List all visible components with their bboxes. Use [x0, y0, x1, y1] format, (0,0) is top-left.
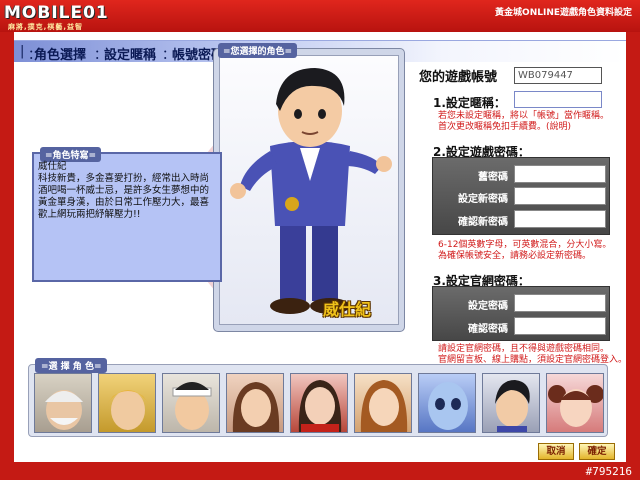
elder-character-icon: [45, 390, 83, 430]
nickname-input[interactable]: [514, 91, 602, 108]
window-title: 黃金城ONLINE遊戲角色資料設定: [495, 8, 632, 18]
nickname-section-title: 1.設定暱稱：: [433, 96, 506, 110]
character-description-text: 威仕紀 科技新貴，多金喜愛打扮，經常出入時尚酒吧喝一杯威士忌，是許多女生夢想中的…: [38, 161, 210, 220]
right-frame: [626, 32, 640, 480]
brown-hair-woman-character-thumb[interactable]: [226, 373, 284, 433]
old-password-input[interactable]: [514, 165, 606, 183]
headband-character-thumb[interactable]: [162, 373, 220, 433]
nav-item-character-select[interactable]: 角色選擇: [34, 44, 86, 63]
left-frame: [0, 32, 14, 480]
confirm-button[interactable]: 確定: [579, 443, 615, 460]
businessman-character-icon: [495, 380, 530, 432]
character-figure-icon: [230, 68, 392, 314]
new-password-input[interactable]: [514, 187, 606, 205]
game-password-note: 6-12個英數字母，可英數混合，分大小寫。 為確保帳號安全，請務必設定新密碼。: [438, 240, 612, 261]
logo-tagline: 麻將,撲克,棋藝,益智: [8, 23, 83, 31]
pigtail-girl-character-icon: [548, 385, 603, 427]
alien-character-thumb[interactable]: [418, 373, 476, 433]
character-selector-label: =選 擇 角 色=: [35, 358, 108, 373]
bottom-frame: [0, 462, 640, 480]
confirm-new-password-input[interactable]: [514, 210, 606, 228]
nav-tick-icon: |: [20, 44, 25, 59]
long-hair-woman-character-thumb[interactable]: [354, 373, 412, 433]
mobile01-logo[interactable]: MOBILE01 麻將,撲克,棋藝,益智: [4, 3, 126, 31]
site-password-label: 設定密碼: [468, 301, 508, 312]
character-description-label: =角色特寫=: [40, 147, 102, 162]
alien-character-icon: [428, 382, 468, 430]
cancel-button[interactable]: 取消: [538, 443, 574, 460]
site-confirm-password-input[interactable]: [514, 317, 606, 335]
elder-character-thumb[interactable]: [34, 373, 92, 433]
red-dress-woman-character-thumb[interactable]: [290, 373, 348, 433]
new-password-label: 設定新密碼: [458, 194, 508, 205]
blonde-gold-character-icon: [107, 390, 149, 430]
character-panel-label: =您選擇的角色=: [218, 43, 298, 58]
logo-text: MOBILE01: [4, 3, 109, 23]
pigtail-girl-character-thumb[interactable]: [546, 373, 604, 433]
nickname-note: 若您未設定暱稱，將以「帳號」當作暱稱。 首次更改暱稱免扣手續費。(說明): [438, 111, 610, 132]
old-password-label: 舊密碼: [478, 172, 508, 183]
businessman-character-thumb[interactable]: [482, 373, 540, 433]
site-password-input[interactable]: [514, 294, 606, 312]
nav-item-nickname[interactable]: 設定暱稱: [104, 44, 156, 63]
account-label: 您的遊戲帳號: [419, 70, 498, 85]
blonde-gold-character-thumb[interactable]: [98, 373, 156, 433]
account-field: [514, 67, 602, 84]
site-password-note: 請設定官網密碼，且不得與遊戲密碼相同。 官網留言板、線上購點，須設定官網密碼登入…: [438, 344, 628, 365]
watermark-id: #795216: [585, 465, 632, 478]
red-dress-woman-character-icon: [298, 380, 342, 432]
long-hair-woman-character-icon: [360, 380, 408, 432]
site-confirm-password-label: 確認密碼: [468, 324, 508, 335]
brown-hair-woman-character-icon: [232, 382, 280, 432]
top-bar: MOBILE01 麻將,撲克,棋藝,益智 黃金城ONLINE遊戲角色資料設定: [0, 0, 640, 32]
headband-character-icon: [172, 382, 212, 430]
confirm-new-password-label: 確認新密碼: [458, 217, 508, 228]
character-name: 威仕紀: [323, 300, 372, 319]
character-stage: [219, 55, 399, 325]
